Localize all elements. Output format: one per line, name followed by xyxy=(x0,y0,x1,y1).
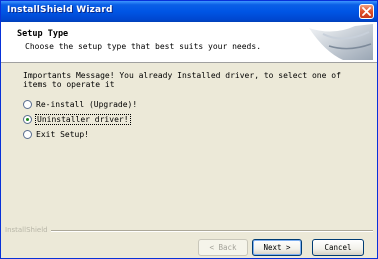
radio-button[interactable] xyxy=(23,130,32,139)
title-bar[interactable]: InstallShield Wizard xyxy=(1,1,377,22)
header-title: Setup Type xyxy=(17,29,69,39)
option-label[interactable]: Uninstaller driver! xyxy=(35,114,131,125)
back-button-label: < Back xyxy=(209,243,237,252)
close-button[interactable] xyxy=(359,4,374,19)
installshield-brand: InstallShield xyxy=(5,226,51,234)
back-button[interactable]: < Back xyxy=(198,239,248,256)
radio-button-selected[interactable] xyxy=(23,115,32,124)
option-label[interactable]: Re-install (Upgrade)! xyxy=(36,100,137,109)
window-title: InstallShield Wizard xyxy=(7,5,113,15)
option-exit-setup[interactable]: Exit Setup! xyxy=(23,128,89,141)
option-reinstall[interactable]: Re-install (Upgrade)! xyxy=(23,98,137,111)
radio-button[interactable] xyxy=(23,100,32,109)
close-icon xyxy=(362,7,371,16)
option-uninstall[interactable]: Uninstaller driver! xyxy=(23,113,131,126)
cancel-button-label: Cancel xyxy=(324,243,352,252)
cancel-button[interactable]: Cancel xyxy=(312,239,364,256)
next-button-label: Next > xyxy=(263,243,291,252)
header-subtitle: Choose the setup type that best suits yo… xyxy=(25,42,262,51)
wizard-body: Importants Message! You already Installe… xyxy=(1,63,377,233)
footer-separator xyxy=(41,230,373,232)
wizard-header: Setup Type Choose the setup type that be… xyxy=(1,22,377,63)
option-label[interactable]: Exit Setup! xyxy=(36,130,89,139)
next-button[interactable]: Next > xyxy=(252,239,302,256)
important-message: Importants Message! You already Installe… xyxy=(23,71,341,89)
setup-graphic-icon xyxy=(309,24,373,60)
installshield-wizard-window: InstallShield Wizard Setup Type Choose t… xyxy=(0,0,378,259)
